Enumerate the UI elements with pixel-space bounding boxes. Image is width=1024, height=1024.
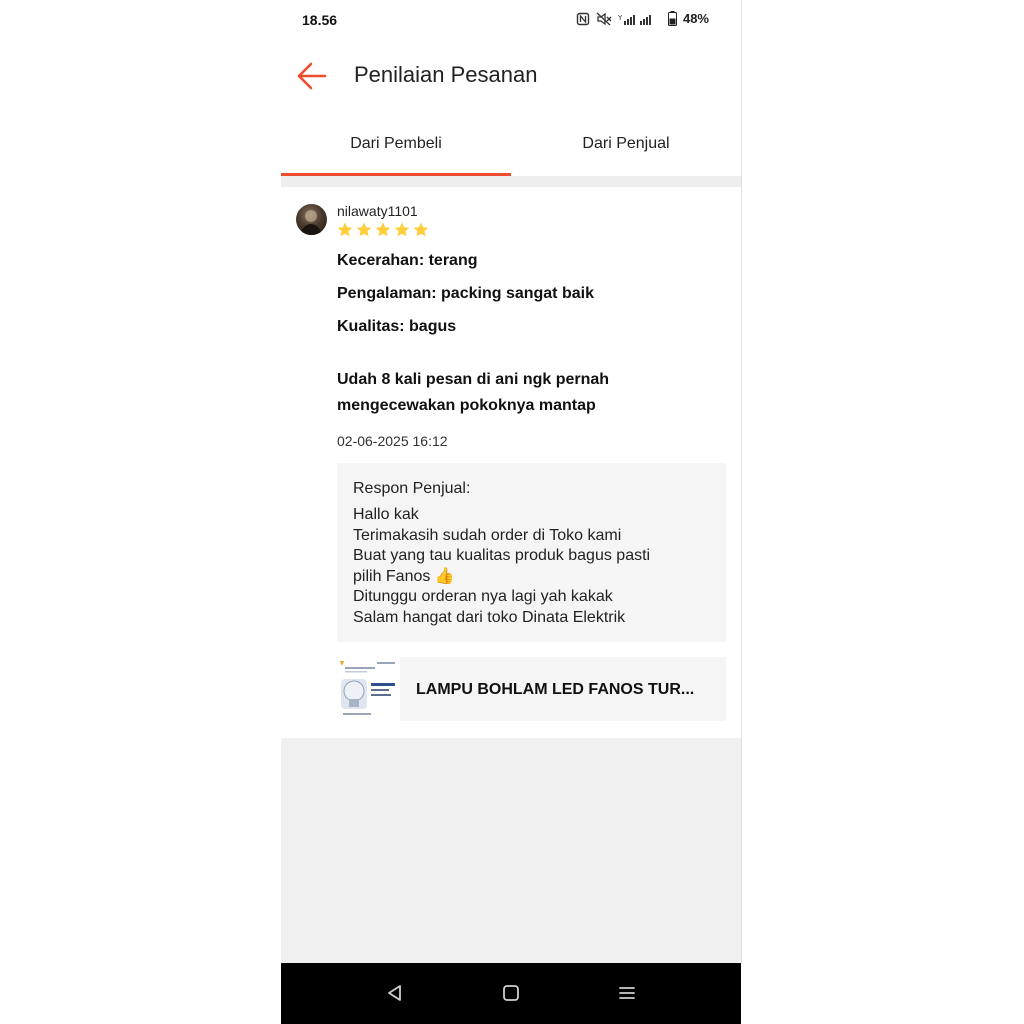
square-home-icon	[503, 985, 519, 1001]
star-icon	[375, 222, 391, 237]
attribute-brightness: Kecerahan: terang	[337, 252, 478, 269]
seller-response-line: Hallo kak	[353, 506, 419, 523]
system-nav-bar	[281, 963, 741, 1024]
review-date: 02-06-2025 16:12	[337, 433, 448, 449]
battery-percent: 48%	[682, 11, 709, 26]
tab-label: Dari Penjual	[582, 135, 670, 152]
seller-response: Respon Penjual: Hallo kak Terimakasih su…	[337, 463, 726, 642]
product-name: LAMPU BOHLAM LED FANOS TUR...	[416, 681, 695, 698]
seller-response-line: Terimakasih sudah order di Toko kami	[353, 526, 622, 544]
tab-label: Dari Pembeli	[350, 135, 442, 152]
status-time: 18.56	[302, 12, 338, 28]
avatar[interactable]	[296, 204, 327, 235]
back-button[interactable]	[295, 60, 329, 92]
star-icon	[413, 222, 429, 237]
star-icon	[337, 222, 353, 237]
menu-icon	[619, 987, 635, 999]
review-text-line: Udah 8 kali pesan di ani ngk pernah	[337, 371, 610, 388]
tab-dari-penjual[interactable]: Dari Penjual	[511, 118, 741, 176]
review-text-line: mengecewakan pokoknya mantap	[337, 397, 596, 414]
svg-text:Y: Y	[618, 14, 623, 22]
attribute-quality: Kualitas: bagus	[337, 318, 457, 335]
nav-menu-button[interactable]	[616, 982, 638, 1004]
status-bar: 18.56 Y 48%	[281, 0, 741, 40]
phone-screen: 18.56 Y 48% Penilaian Pesanan Dari Pembe…	[281, 0, 741, 1024]
signal-icon: Y	[618, 12, 662, 26]
star-icon	[394, 222, 410, 237]
nfc-icon	[576, 12, 590, 26]
tab-bar: Dari Pembeli Dari Penjual	[281, 118, 741, 176]
seller-response-line: Salam hangat dari toko Dinata Elektrik	[353, 608, 626, 626]
empty-area	[281, 738, 741, 963]
battery-icon	[667, 11, 677, 26]
page-title: Penilaian Pesanan	[354, 62, 538, 87]
reviewer-username[interactable]: nilawaty1101	[337, 203, 418, 219]
seller-response-line: Buat yang tau kualitas produk bagus past…	[353, 547, 651, 564]
product-card[interactable]: LAMPU BOHLAM LED FANOS TUR...	[337, 657, 726, 721]
star-rating	[336, 221, 430, 239]
nav-back-button[interactable]	[384, 982, 406, 1004]
seller-response-body: Hallo kak Terimakasih sudah order di Tok…	[353, 505, 713, 628]
status-icons: Y 48%	[576, 11, 709, 26]
review-text: Udah 8 kali pesan di ani ngk pernah meng…	[337, 367, 717, 419]
review-card: nilawaty1101 Kecerahan: terang Pengalama…	[281, 187, 741, 738]
triangle-back-icon	[388, 985, 401, 1001]
star-icon	[356, 222, 372, 237]
product-thumbnail	[337, 657, 400, 721]
arrow-left-icon	[297, 62, 327, 90]
section-divider	[281, 176, 741, 187]
seller-response-line: Ditunggu orderan nya lagi yah kakak	[353, 588, 613, 605]
mute-icon	[596, 12, 612, 26]
tab-dari-pembeli[interactable]: Dari Pembeli	[281, 118, 511, 176]
app-header: Penilaian Pesanan	[281, 48, 741, 104]
attribute-experience: Pengalaman: packing sangat baik	[337, 285, 594, 302]
seller-response-line: pilih Fanos 👍	[353, 567, 455, 585]
seller-response-title: Respon Penjual:	[353, 480, 471, 497]
screen-edge	[741, 0, 742, 963]
nav-home-button[interactable]	[500, 982, 522, 1004]
